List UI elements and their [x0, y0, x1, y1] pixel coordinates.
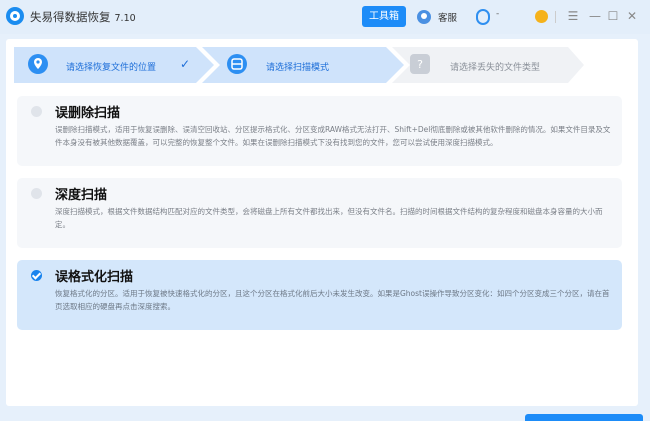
- option-description: 深度扫描模式，根据文件数据结构匹配对应的文件类型，会将磁盘上所有文件都找出来，但…: [55, 207, 603, 229]
- option-deleted-scan[interactable]: 误删除扫描 误删除扫描模式，适用于恢复误删除、误清空回收站、分区提示格式化、分区…: [17, 96, 622, 166]
- toolbox-button[interactable]: 工具箱: [362, 6, 406, 27]
- customer-service-icon: [417, 10, 431, 24]
- location-pin-icon: [28, 54, 48, 74]
- question-icon: ?: [410, 54, 430, 74]
- vip-badge-icon[interactable]: [535, 10, 548, 23]
- title-separator: [555, 11, 556, 23]
- step-progress: 请选择恢复文件的位置 ✓ 请选择扫描模式 ? 请选择丢失的文件类型: [14, 47, 584, 83]
- radio-format-scan-checked-icon[interactable]: [31, 270, 42, 281]
- step-location-label: 请选择恢复文件的位置: [66, 63, 157, 73]
- option-deep-scan[interactable]: 深度扫描 深度扫描模式，根据文件数据结构匹配对应的文件类型，会将磁盘上所有文件都…: [17, 178, 622, 248]
- option-title: 误格式化扫描: [55, 270, 134, 285]
- title-bar: 失易得数据恢复 7.10 工具箱 客服 - ☰ — ☐ ✕: [0, 0, 650, 34]
- scan-icon: [227, 54, 247, 74]
- next-button[interactable]: [525, 414, 643, 421]
- close-icon[interactable]: ✕: [625, 9, 639, 23]
- option-format-scan[interactable]: 误格式化扫描 恢复格式化的分区。适用于恢复被快速格式化的分区，且这个分区在格式化…: [17, 260, 622, 330]
- maximize-icon[interactable]: ☐: [606, 9, 620, 23]
- user-avatar-icon[interactable]: [476, 9, 490, 25]
- option-title: 深度扫描: [55, 188, 108, 203]
- app-title: 失易得数据恢复 7.10: [30, 10, 136, 24]
- radio-deleted-scan[interactable]: [31, 106, 42, 117]
- user-name[interactable]: -: [496, 9, 499, 19]
- option-description: 误删除扫描模式，适用于恢复误删除、误清空回收站、分区提示格式化、分区变成RAW格…: [55, 125, 611, 147]
- customer-service-label: 客服: [438, 13, 458, 24]
- step-done-check-icon: ✓: [180, 57, 191, 71]
- radio-deep-scan[interactable]: [31, 188, 42, 199]
- svg-text:?: ?: [417, 58, 423, 71]
- menu-icon[interactable]: ☰: [566, 9, 580, 23]
- step-scan-mode-label: 请选择扫描模式: [266, 63, 330, 73]
- customer-service-button[interactable]: 客服: [417, 7, 457, 27]
- minimize-icon[interactable]: —: [588, 9, 602, 23]
- app-logo-icon: [6, 7, 24, 25]
- option-title: 误删除扫描: [55, 106, 121, 121]
- option-description: 恢复格式化的分区。适用于恢复被快速格式化的分区，且这个分区在格式化前后大小未发生…: [55, 289, 610, 311]
- step-file-type-label: 请选择丢失的文件类型: [450, 63, 541, 73]
